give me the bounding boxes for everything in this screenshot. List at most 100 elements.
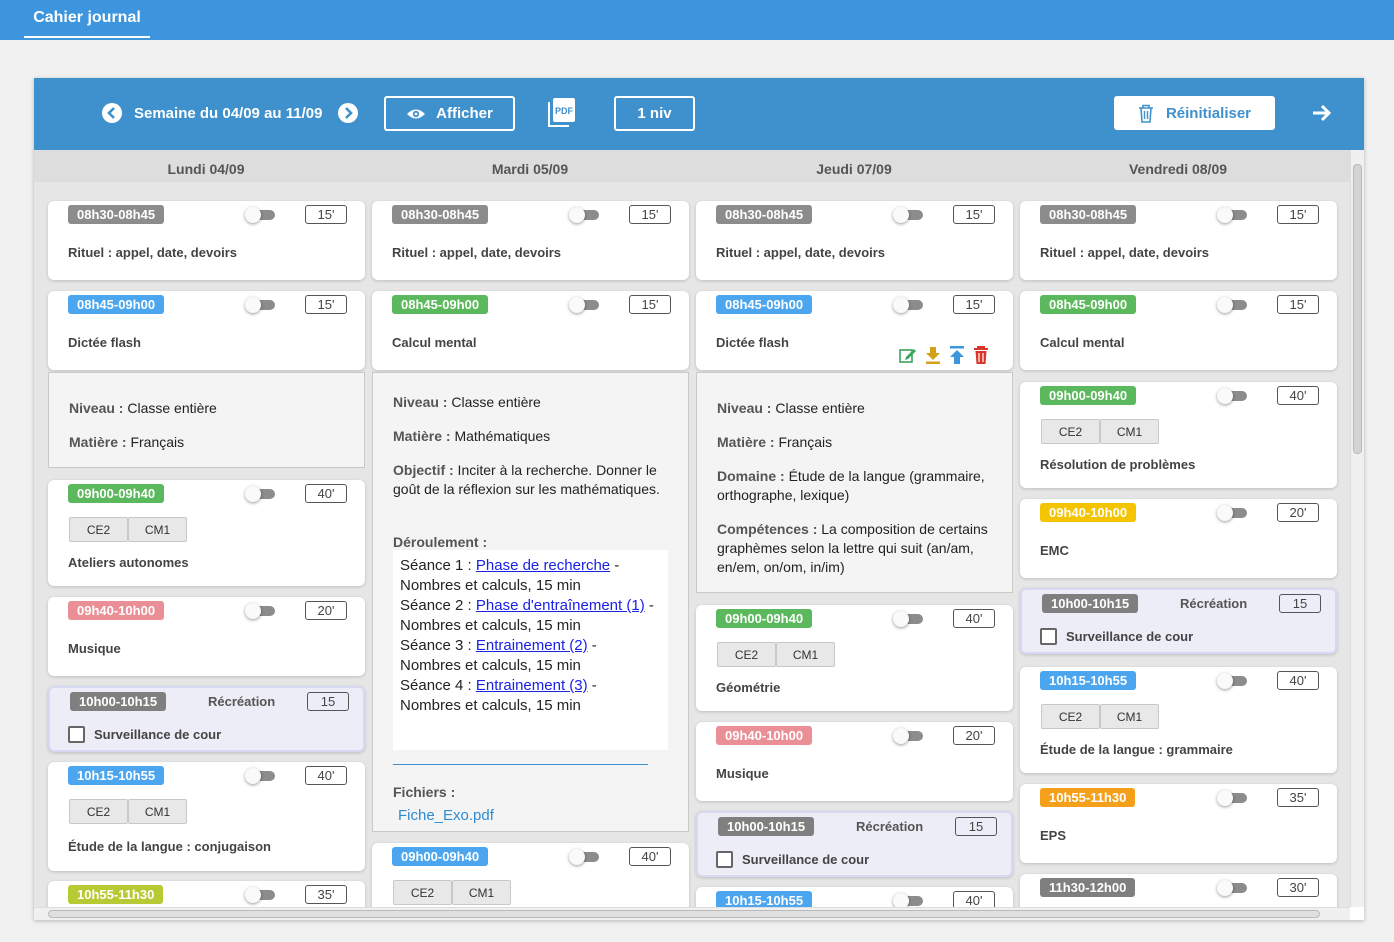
activity-card[interactable]: 09h00-09h40 40' CE2 CM1 Résolution de pr… bbox=[1020, 382, 1337, 488]
supervision-checkbox[interactable] bbox=[1040, 628, 1057, 645]
toggle-switch[interactable] bbox=[245, 486, 275, 502]
supervision-checkbox[interactable] bbox=[68, 726, 85, 743]
toggle-switch[interactable] bbox=[1217, 297, 1247, 313]
toggle-switch[interactable] bbox=[245, 768, 275, 784]
toggle-switch[interactable] bbox=[893, 611, 923, 627]
activity-card[interactable]: 08h30-08h45 15' Rituel : appel, date, de… bbox=[48, 201, 365, 280]
arrow-right-icon[interactable] bbox=[1312, 104, 1332, 127]
session-link[interactable]: Phase d'entraînement (1) bbox=[476, 597, 645, 614]
delete-icon[interactable] bbox=[973, 346, 989, 364]
toggle-switch[interactable] bbox=[893, 207, 923, 223]
activity-card[interactable]: 10h55-11h30 35' EPS bbox=[1020, 784, 1337, 863]
top-bar: Cahier journal bbox=[0, 0, 1394, 40]
vertical-scroll-thumb[interactable] bbox=[1353, 164, 1362, 454]
app-title-tab[interactable]: Cahier journal bbox=[24, 0, 150, 38]
activity-card[interactable]: 09h00-09h40 40' CE2 CM1 bbox=[372, 843, 689, 907]
activity-card[interactable]: 09h00-09h40 40' CE2 CM1 Géométrie bbox=[696, 605, 1013, 711]
toggle-switch[interactable] bbox=[245, 887, 275, 903]
time-badge: 10h00-10h15 bbox=[718, 817, 815, 836]
activity-title: Rituel : appel, date, devoirs bbox=[392, 245, 562, 260]
duration-badge: 15' bbox=[629, 295, 671, 314]
activity-card[interactable]: 08h45-09h00 15' Dictée flash bbox=[696, 291, 1013, 370]
toggle-switch[interactable] bbox=[1217, 673, 1247, 689]
toggle-switch[interactable] bbox=[893, 297, 923, 313]
level-button[interactable]: 1 niv bbox=[614, 96, 695, 131]
time-badge: 09h00-09h40 bbox=[716, 609, 813, 628]
reset-button[interactable]: Réinitialiser bbox=[1114, 96, 1275, 130]
toggle-switch[interactable] bbox=[245, 297, 275, 313]
horizontal-scroll-thumb[interactable] bbox=[48, 910, 1320, 918]
duration-badge: 40' bbox=[629, 847, 671, 866]
next-week-icon[interactable] bbox=[338, 103, 358, 123]
activity-card[interactable]: 08h30-08h45 15' Rituel : appel, date, de… bbox=[696, 201, 1013, 280]
duration-badge: 15 bbox=[955, 817, 997, 836]
toggle-switch[interactable] bbox=[1217, 207, 1247, 223]
week-grid: Lundi 04/09 Mardi 05/09 Jeudi 07/09 Vend… bbox=[34, 150, 1350, 907]
pdf-export-icon[interactable]: PDF bbox=[545, 98, 577, 133]
toggle-switch[interactable] bbox=[1217, 505, 1247, 521]
toggle-switch[interactable] bbox=[569, 849, 599, 865]
detail-matiere: Matière : Français bbox=[69, 434, 185, 450]
duration-badge: 20' bbox=[1277, 503, 1319, 522]
toggle-switch[interactable] bbox=[893, 728, 923, 744]
level-tag-cm1: CM1 bbox=[776, 642, 835, 667]
activity-card[interactable]: 10h15-10h55 40' CE2 CM1 Étude de la lang… bbox=[1020, 667, 1337, 773]
toggle-switch[interactable] bbox=[245, 603, 275, 619]
show-button[interactable]: Afficher bbox=[384, 96, 515, 131]
activity-card[interactable]: 08h45-09h00 15' Calcul mental bbox=[372, 291, 689, 370]
duration-badge: 30' bbox=[1277, 878, 1319, 897]
activity-card[interactable]: 09h40-10h00 20' Musique bbox=[48, 597, 365, 676]
recess-card[interactable]: 10h00-10h15 Récréation 15 Surveillance d… bbox=[48, 686, 365, 752]
session-link[interactable]: Entrainement (2) bbox=[476, 637, 588, 654]
duration-badge: 15' bbox=[305, 205, 347, 224]
activity-card[interactable]: 08h30-08h45 15' Rituel : appel, date, de… bbox=[1020, 201, 1337, 280]
session-link[interactable]: Phase de recherche bbox=[476, 557, 610, 574]
activity-card[interactable]: 09h40-10h00 20' EMC bbox=[1020, 499, 1337, 578]
level-tag-ce2: CE2 bbox=[393, 880, 452, 905]
toggle-switch[interactable] bbox=[245, 207, 275, 223]
toggle-switch[interactable] bbox=[1217, 790, 1247, 806]
activity-title: Calcul mental bbox=[392, 335, 477, 350]
activity-card[interactable]: 10h55-11h30 35' bbox=[48, 881, 365, 907]
detail-competences: Compétences : La composition de certains… bbox=[717, 521, 988, 575]
time-badge: 09h00-09h40 bbox=[392, 847, 489, 866]
upload-icon[interactable] bbox=[949, 346, 965, 364]
time-badge: 10h55-11h30 bbox=[1040, 788, 1136, 807]
recess-card[interactable]: 10h00-10h15 Récréation 15 Surveillance d… bbox=[1020, 588, 1337, 654]
activity-card[interactable]: 08h30-08h45 15' Rituel : appel, date, de… bbox=[372, 201, 689, 280]
duration-badge: 15' bbox=[305, 295, 347, 314]
recess-card[interactable]: 10h00-10h15 Récréation 15 Surveillance d… bbox=[696, 811, 1013, 877]
journal-panel: Semaine du 04/09 au 11/09 Afficher PDF 1… bbox=[34, 78, 1364, 920]
activity-card[interactable]: 08h45-09h00 15' Dictée flash bbox=[48, 291, 365, 370]
time-badge: 10h15-10h55 bbox=[716, 891, 813, 907]
activity-card[interactable]: 10h15-10h55 40' bbox=[696, 887, 1013, 907]
edit-icon[interactable] bbox=[899, 346, 917, 364]
activity-card[interactable]: 09h00-09h40 40' CE2 CM1 Ateliers autonom… bbox=[48, 480, 365, 586]
session-link[interactable]: Entrainement (3) bbox=[476, 677, 588, 694]
time-badge: 10h00-10h15 bbox=[70, 692, 167, 711]
level-tag-ce2: CE2 bbox=[1041, 704, 1100, 729]
activity-card[interactable]: 09h40-10h00 20' Musique bbox=[696, 722, 1013, 801]
session-4: Séance 4 : Entrainement (3) - Nombres et… bbox=[400, 677, 597, 714]
vertical-scrollbar[interactable] bbox=[1350, 150, 1364, 907]
file-link[interactable]: Fiche_Exo.pdf bbox=[398, 806, 494, 825]
week-label: Semaine du 04/09 au 11/09 bbox=[134, 105, 323, 122]
session-2: Séance 2 : Phase d'entraînement (1) - No… bbox=[400, 597, 654, 634]
activity-card[interactable]: 10h15-10h55 40' CE2 CM1 Étude de la lang… bbox=[48, 762, 365, 871]
prev-week-icon[interactable] bbox=[102, 103, 122, 123]
supervision-label: Surveillance de cour bbox=[742, 852, 870, 867]
download-icon[interactable] bbox=[925, 346, 941, 364]
activity-card[interactable]: 08h45-09h00 15' Calcul mental bbox=[1020, 291, 1337, 370]
supervision-checkbox[interactable] bbox=[716, 851, 733, 868]
toggle-switch[interactable] bbox=[1217, 388, 1247, 404]
duration-badge: 15' bbox=[1277, 205, 1319, 224]
detail-matiere: Matière : Français bbox=[717, 434, 833, 450]
horizontal-scrollbar[interactable] bbox=[34, 907, 1350, 920]
activity-card[interactable]: 11h30-12h00 30' bbox=[1020, 874, 1337, 907]
toggle-switch[interactable] bbox=[1217, 880, 1247, 896]
toggle-switch[interactable] bbox=[893, 893, 923, 907]
activity-title: Résolution de problèmes bbox=[1040, 457, 1196, 472]
duration-badge: 15' bbox=[1277, 295, 1319, 314]
toggle-switch[interactable] bbox=[569, 207, 599, 223]
toggle-switch[interactable] bbox=[569, 297, 599, 313]
